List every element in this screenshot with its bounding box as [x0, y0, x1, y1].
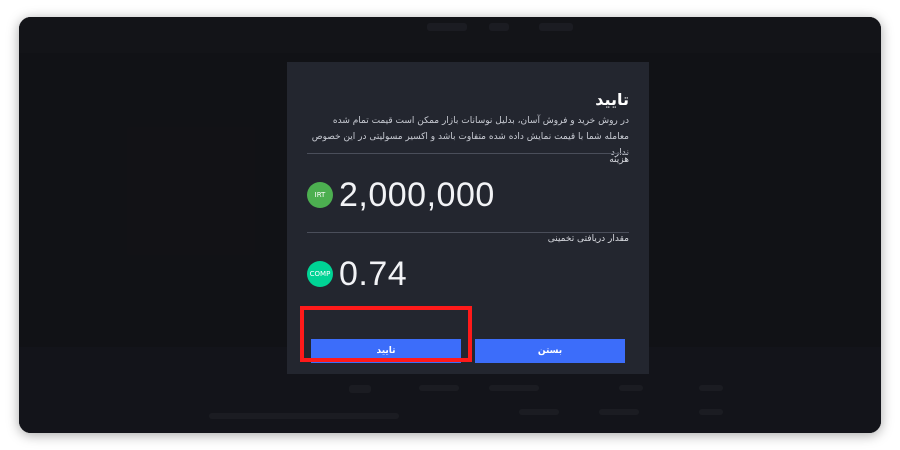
confirm-button-highlight: [300, 306, 472, 362]
estimate-amount: 0.74: [339, 254, 408, 293]
dialog-title: تایید: [595, 90, 629, 109]
divider: [307, 232, 629, 233]
comp-currency-icon: COMP: [307, 261, 333, 287]
divider: [307, 153, 629, 154]
close-button[interactable]: بستن: [475, 339, 625, 363]
cost-amount: 2,000,000: [339, 175, 495, 214]
cost-row: IRT 2,000,000: [307, 175, 629, 215]
app-window: تایید در روش خرید و فروش آسان، بدلیل نوس…: [19, 17, 881, 433]
estimate-row: COMP 0.74: [307, 254, 629, 294]
estimate-label: مقدار دریافتی تخمینی: [547, 234, 629, 244]
irt-currency-icon: IRT: [307, 182, 333, 208]
cost-label: هزینه: [609, 155, 629, 165]
